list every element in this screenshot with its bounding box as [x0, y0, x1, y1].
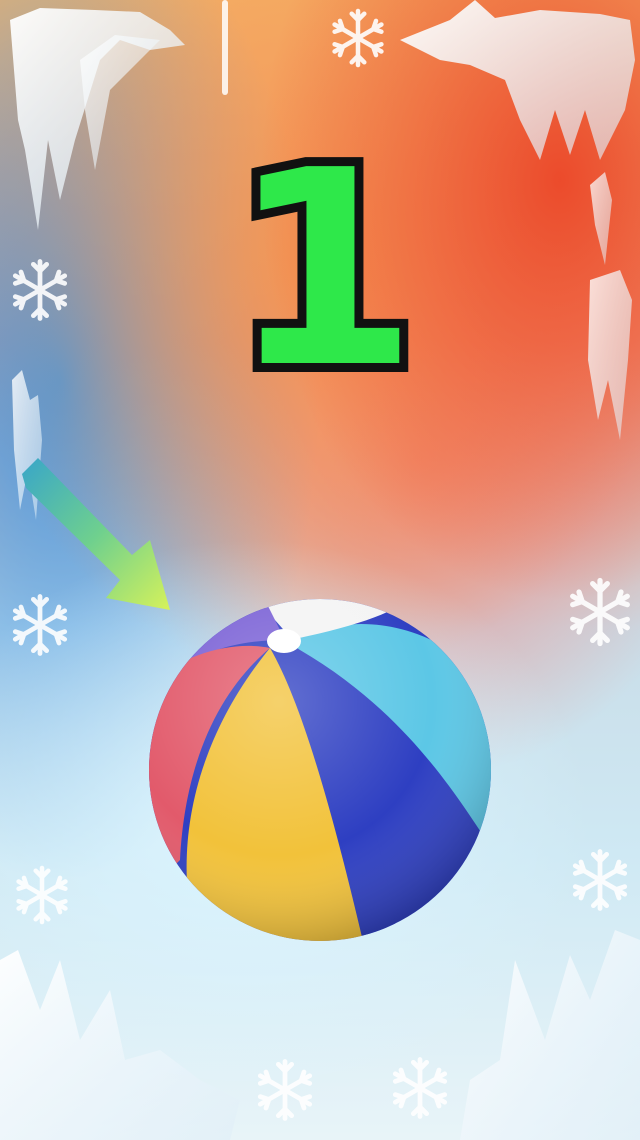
snowflake-icon	[395, 1060, 444, 1117]
snowflake-icon	[260, 1062, 309, 1119]
ice-crystal-icon	[222, 0, 228, 95]
snowflake-icon	[15, 597, 64, 654]
background-scene: 1	[0, 0, 640, 1140]
snowflake-icon	[575, 852, 624, 909]
ice-crystal-icon	[10, 8, 185, 230]
ice-crystal-icon	[12, 370, 42, 520]
ice-crystal-icon	[0, 950, 240, 1140]
countdown-number: 1	[221, 112, 427, 427]
snowflake-icon	[19, 868, 66, 922]
ice-crystal-icon	[400, 0, 635, 440]
snowflake-icon	[335, 11, 382, 65]
snowflake-icon	[15, 262, 64, 319]
snowflake-icon	[573, 581, 628, 644]
ice-crystal-icon	[460, 930, 640, 1140]
